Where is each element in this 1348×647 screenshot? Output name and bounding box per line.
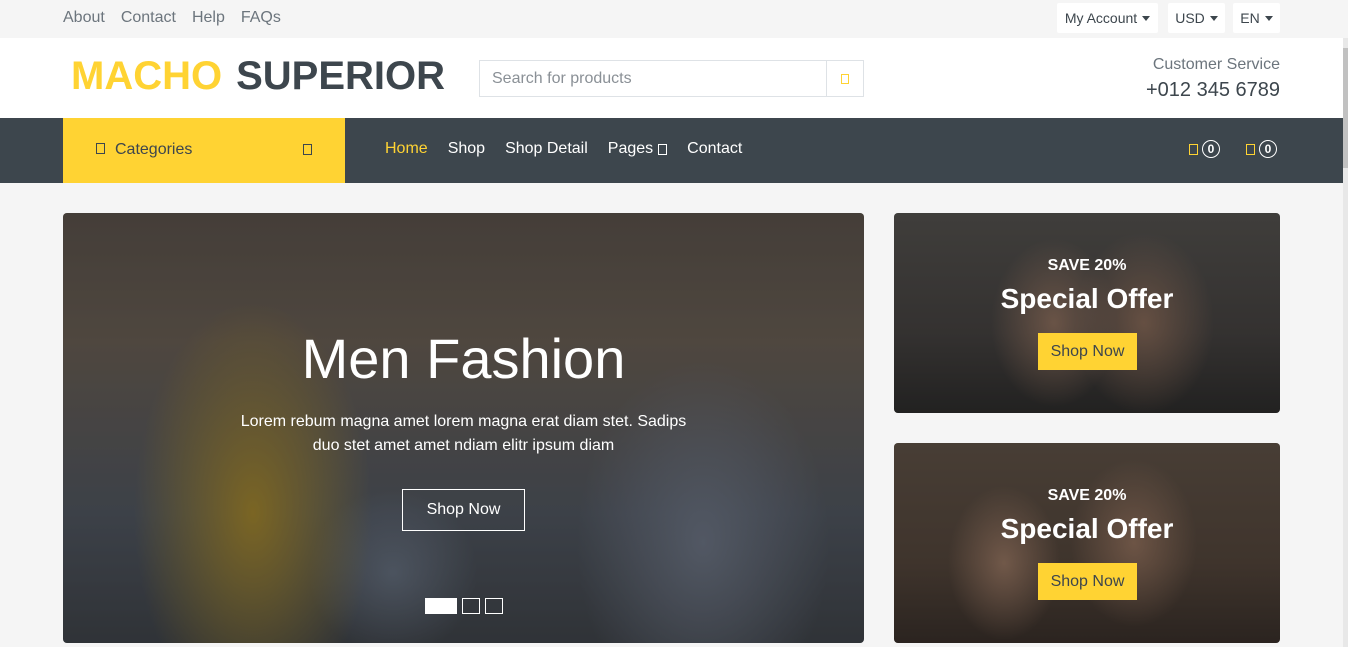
language-label: EN: [1240, 10, 1260, 26]
logo-part-2: SUPERIOR: [236, 54, 446, 98]
customer-service-phone: +012 345 6789: [1145, 79, 1280, 101]
cart-link[interactable]: 0: [1246, 140, 1277, 158]
currency-label: USD: [1175, 10, 1205, 26]
customer-service-label: Customer Service: [1152, 56, 1280, 73]
nav-link-home[interactable]: Home: [385, 140, 428, 158]
nav-link-shop-detail[interactable]: Shop Detail: [505, 140, 588, 158]
top-links: About Contact Help FAQs: [63, 9, 281, 27]
nav-link-contact[interactable]: Contact: [687, 140, 742, 158]
carousel-indicators: [425, 598, 503, 614]
cart-count-badge: 0: [1259, 140, 1277, 158]
search-button[interactable]: [826, 61, 863, 96]
chevron-down-icon: [1142, 16, 1151, 21]
categories-label: Categories: [115, 141, 193, 158]
search-form: [479, 60, 864, 97]
search-input[interactable]: [480, 61, 827, 96]
wishlist-link[interactable]: 0: [1189, 140, 1220, 158]
currency-dropdown[interactable]: USD: [1168, 3, 1225, 33]
header: MACHO SUPERIOR Customer Service +012 345 …: [0, 38, 1348, 118]
top-link-about[interactable]: About: [63, 9, 105, 27]
menu-icon: [96, 143, 105, 154]
offer-title: Special Offer: [1000, 513, 1174, 544]
top-link-contact[interactable]: Contact: [121, 9, 176, 27]
scrollbar-thumb[interactable]: [1343, 48, 1348, 168]
search-icon: [841, 73, 849, 84]
logo-part-1: MACHO: [71, 54, 223, 98]
hero-title: Men Fashion: [301, 327, 626, 390]
chevron-down-icon: [1264, 16, 1273, 21]
offer-shop-now-button[interactable]: Shop Now: [1038, 563, 1137, 600]
chevron-down-icon: [658, 143, 668, 155]
nav-link-shop[interactable]: Shop: [448, 140, 485, 158]
site-logo[interactable]: MACHO SUPERIOR: [71, 54, 445, 99]
offer-card-2: SAVE 20% Special Offer Shop Now: [894, 443, 1280, 643]
nav-link-pages[interactable]: Pages: [607, 140, 668, 158]
page-scrollbar[interactable]: [1343, 38, 1348, 647]
heart-icon: [1189, 143, 1198, 155]
my-account-label: My Account: [1064, 10, 1138, 26]
main-navbar: Categories Home Shop Shop Detail Pages C…: [0, 118, 1343, 183]
chevron-down-icon: [1209, 16, 1218, 21]
top-link-help[interactable]: Help: [192, 9, 225, 27]
chevron-down-icon: [303, 144, 312, 155]
top-bar: About Contact Help FAQs My Account USD E…: [0, 0, 1348, 38]
categories-toggle[interactable]: Categories: [63, 118, 345, 183]
carousel-indicator-3[interactable]: [485, 598, 503, 614]
offer-shop-now-button[interactable]: Shop Now: [1038, 333, 1137, 370]
offer-title: Special Offer: [1000, 283, 1174, 314]
offer-save-label: SAVE 20%: [1047, 487, 1127, 504]
offer-save-label: SAVE 20%: [1047, 257, 1127, 274]
offer-card-1: SAVE 20% Special Offer Shop Now: [894, 213, 1280, 413]
top-link-faqs[interactable]: FAQs: [241, 9, 281, 27]
hero-description: Lorem rebum magna amet lorem magna erat …: [240, 413, 687, 454]
nav-links: Home Shop Shop Detail Pages Contact: [385, 140, 742, 158]
hero-shop-now-button[interactable]: Shop Now: [402, 489, 525, 531]
my-account-dropdown[interactable]: My Account: [1057, 3, 1158, 33]
wishlist-count-badge: 0: [1202, 140, 1220, 158]
carousel-indicator-2[interactable]: [462, 598, 480, 614]
carousel-indicator-1[interactable]: [425, 598, 457, 614]
cart-icon: [1246, 143, 1255, 155]
language-dropdown[interactable]: EN: [1233, 3, 1280, 33]
hero-carousel: Men Fashion Lorem rebum magna amet lorem…: [63, 213, 864, 643]
nav-link-pages-label: Pages: [607, 140, 654, 157]
